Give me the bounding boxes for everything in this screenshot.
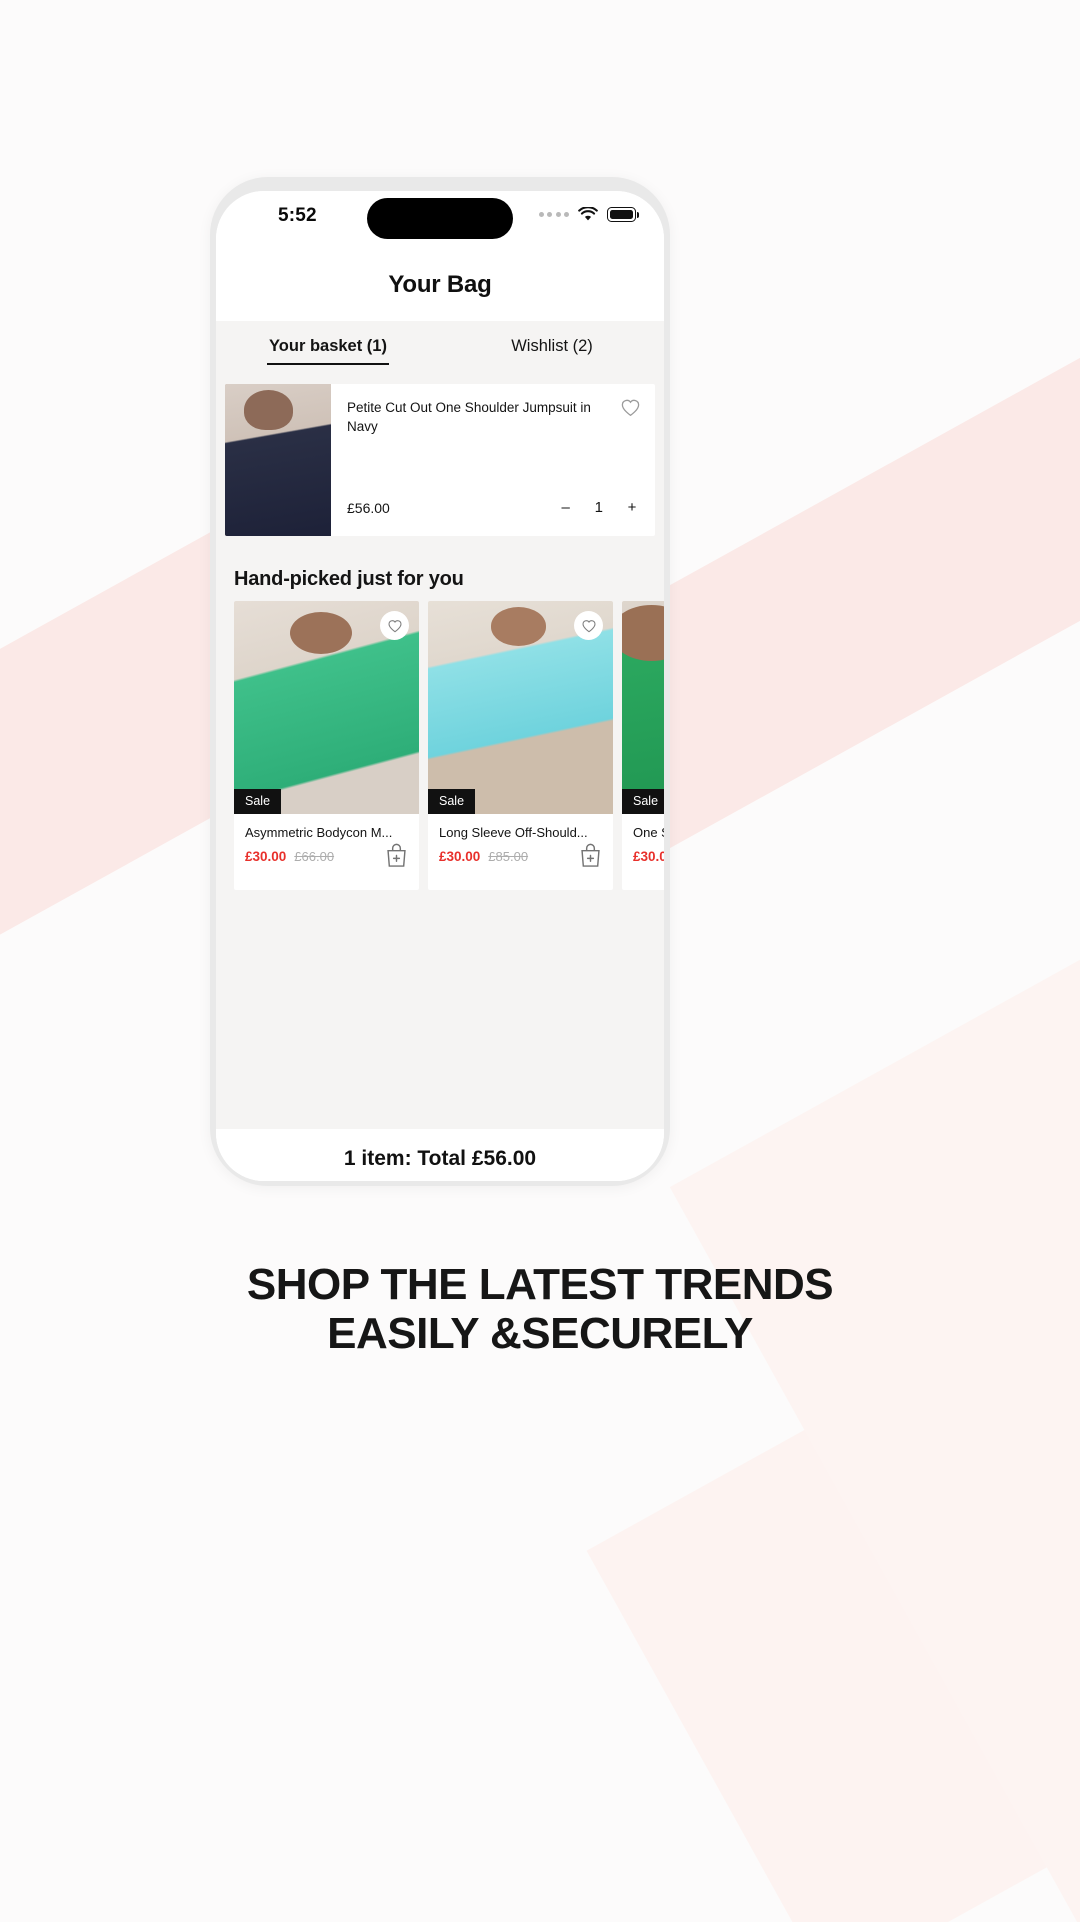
sale-badge: Sale	[622, 789, 664, 814]
marketing-caption: SHOP THE LATEST TRENDS EASILY &SECURELY	[0, 1260, 1080, 1359]
order-summary: 1 item: Total £56.00 Have a promotional …	[216, 1129, 664, 1181]
recommendations-carousel[interactable]: Sale Asymmetric Bodycon M... £30.00 £66.…	[216, 601, 664, 890]
product-sale-price: £30.00	[245, 849, 287, 864]
basket-item-title: Petite Cut Out One Shoulder Jumpsuit in …	[347, 400, 591, 435]
sale-badge: Sale	[428, 789, 476, 814]
basket-item-details: Petite Cut Out One Shoulder Jumpsuit in …	[331, 384, 655, 536]
basket-item-footer: £56.00 – 1 +	[347, 499, 639, 516]
quantity-value: 1	[594, 499, 603, 516]
sale-badge: Sale	[234, 789, 282, 814]
marketing-line-1: SHOP THE LATEST TRENDS	[246, 1260, 834, 1309]
product-card[interactable]: Sale Long Sleeve Off-Should... £30.00 £8…	[428, 601, 613, 890]
phone-screen: 5:52 Your Bag Your basket (1) Wishlist (…	[216, 191, 664, 1181]
quantity-decrease-button[interactable]: –	[559, 499, 573, 516]
phone-mockup: 5:52 Your Bag Your basket (1) Wishlist (…	[210, 177, 670, 1186]
wifi-icon	[578, 207, 598, 221]
product-info: Asymmetric Bodycon M... £30.00 £66.00	[234, 814, 419, 890]
product-card[interactable]: Sale One Slee £30.00	[622, 601, 664, 890]
battery-full-icon	[607, 207, 640, 222]
product-wishlist-button[interactable]	[574, 611, 603, 640]
basket-item-price: £56.00	[347, 499, 390, 516]
heart-outline-icon	[387, 619, 402, 632]
bag-plus-icon	[387, 843, 406, 867]
heart-outline-icon	[621, 399, 640, 417]
status-time: 5:52	[278, 205, 317, 226]
product-image[interactable]: Sale	[622, 601, 664, 814]
quantity-stepper: – 1 +	[559, 499, 639, 516]
product-sale-price: £30.00	[633, 849, 664, 864]
basket-item-row[interactable]: Petite Cut Out One Shoulder Jumpsuit in …	[225, 384, 655, 536]
product-original-price: £66.00	[294, 849, 335, 864]
marketing-line-2: EASILY &SECURELY	[327, 1309, 753, 1359]
product-name: One Slee	[633, 825, 664, 840]
product-info: Long Sleeve Off-Should... £30.00 £85.00	[428, 814, 613, 890]
signal-dots-icon	[538, 212, 569, 217]
product-original-price: £85.00	[488, 849, 529, 864]
bag-tabs: Your basket (1) Wishlist (2)	[216, 321, 664, 374]
dynamic-island	[367, 198, 513, 239]
app-body: Your basket (1) Wishlist (2) Petite Cut …	[216, 321, 664, 1129]
add-to-bag-button[interactable]	[579, 843, 602, 868]
tab-your-basket[interactable]: Your basket (1)	[216, 337, 440, 374]
product-image[interactable]: Sale	[428, 601, 613, 814]
bag-plus-icon	[581, 843, 600, 867]
product-name: Asymmetric Bodycon M...	[245, 825, 393, 840]
product-image[interactable]: Sale	[234, 601, 419, 814]
page-title: Your Bag	[388, 271, 492, 298]
tab-wishlist-label: Wishlist (2)	[511, 337, 593, 355]
product-card[interactable]: Sale Asymmetric Bodycon M... £30.00 £66.…	[234, 601, 419, 890]
quantity-increase-button[interactable]: +	[625, 499, 639, 516]
app-header: Your Bag	[216, 249, 664, 321]
product-wishlist-button[interactable]	[380, 611, 409, 640]
order-total: 1 item: Total £56.00	[343, 1147, 537, 1170]
product-prices: £30.00	[633, 849, 664, 864]
status-icons	[538, 207, 640, 222]
add-to-bag-button[interactable]	[385, 843, 408, 868]
tab-active-underline	[267, 363, 389, 365]
basket-item-thumbnail[interactable]	[225, 384, 331, 536]
product-sale-price: £30.00	[439, 849, 481, 864]
product-name: Long Sleeve Off-Should...	[439, 825, 588, 840]
recommendations-title: Hand-picked just for you	[234, 568, 464, 590]
tab-wishlist[interactable]: Wishlist (2)	[440, 337, 664, 374]
basket-item-wishlist-button[interactable]	[620, 398, 641, 417]
heart-outline-icon	[581, 619, 596, 632]
tab-your-basket-label: Your basket (1)	[269, 337, 387, 355]
page-root: 5:52 Your Bag Your basket (1) Wishlist (…	[0, 0, 1080, 1922]
product-info: One Slee £30.00	[622, 814, 664, 890]
status-bar: 5:52	[216, 191, 664, 249]
